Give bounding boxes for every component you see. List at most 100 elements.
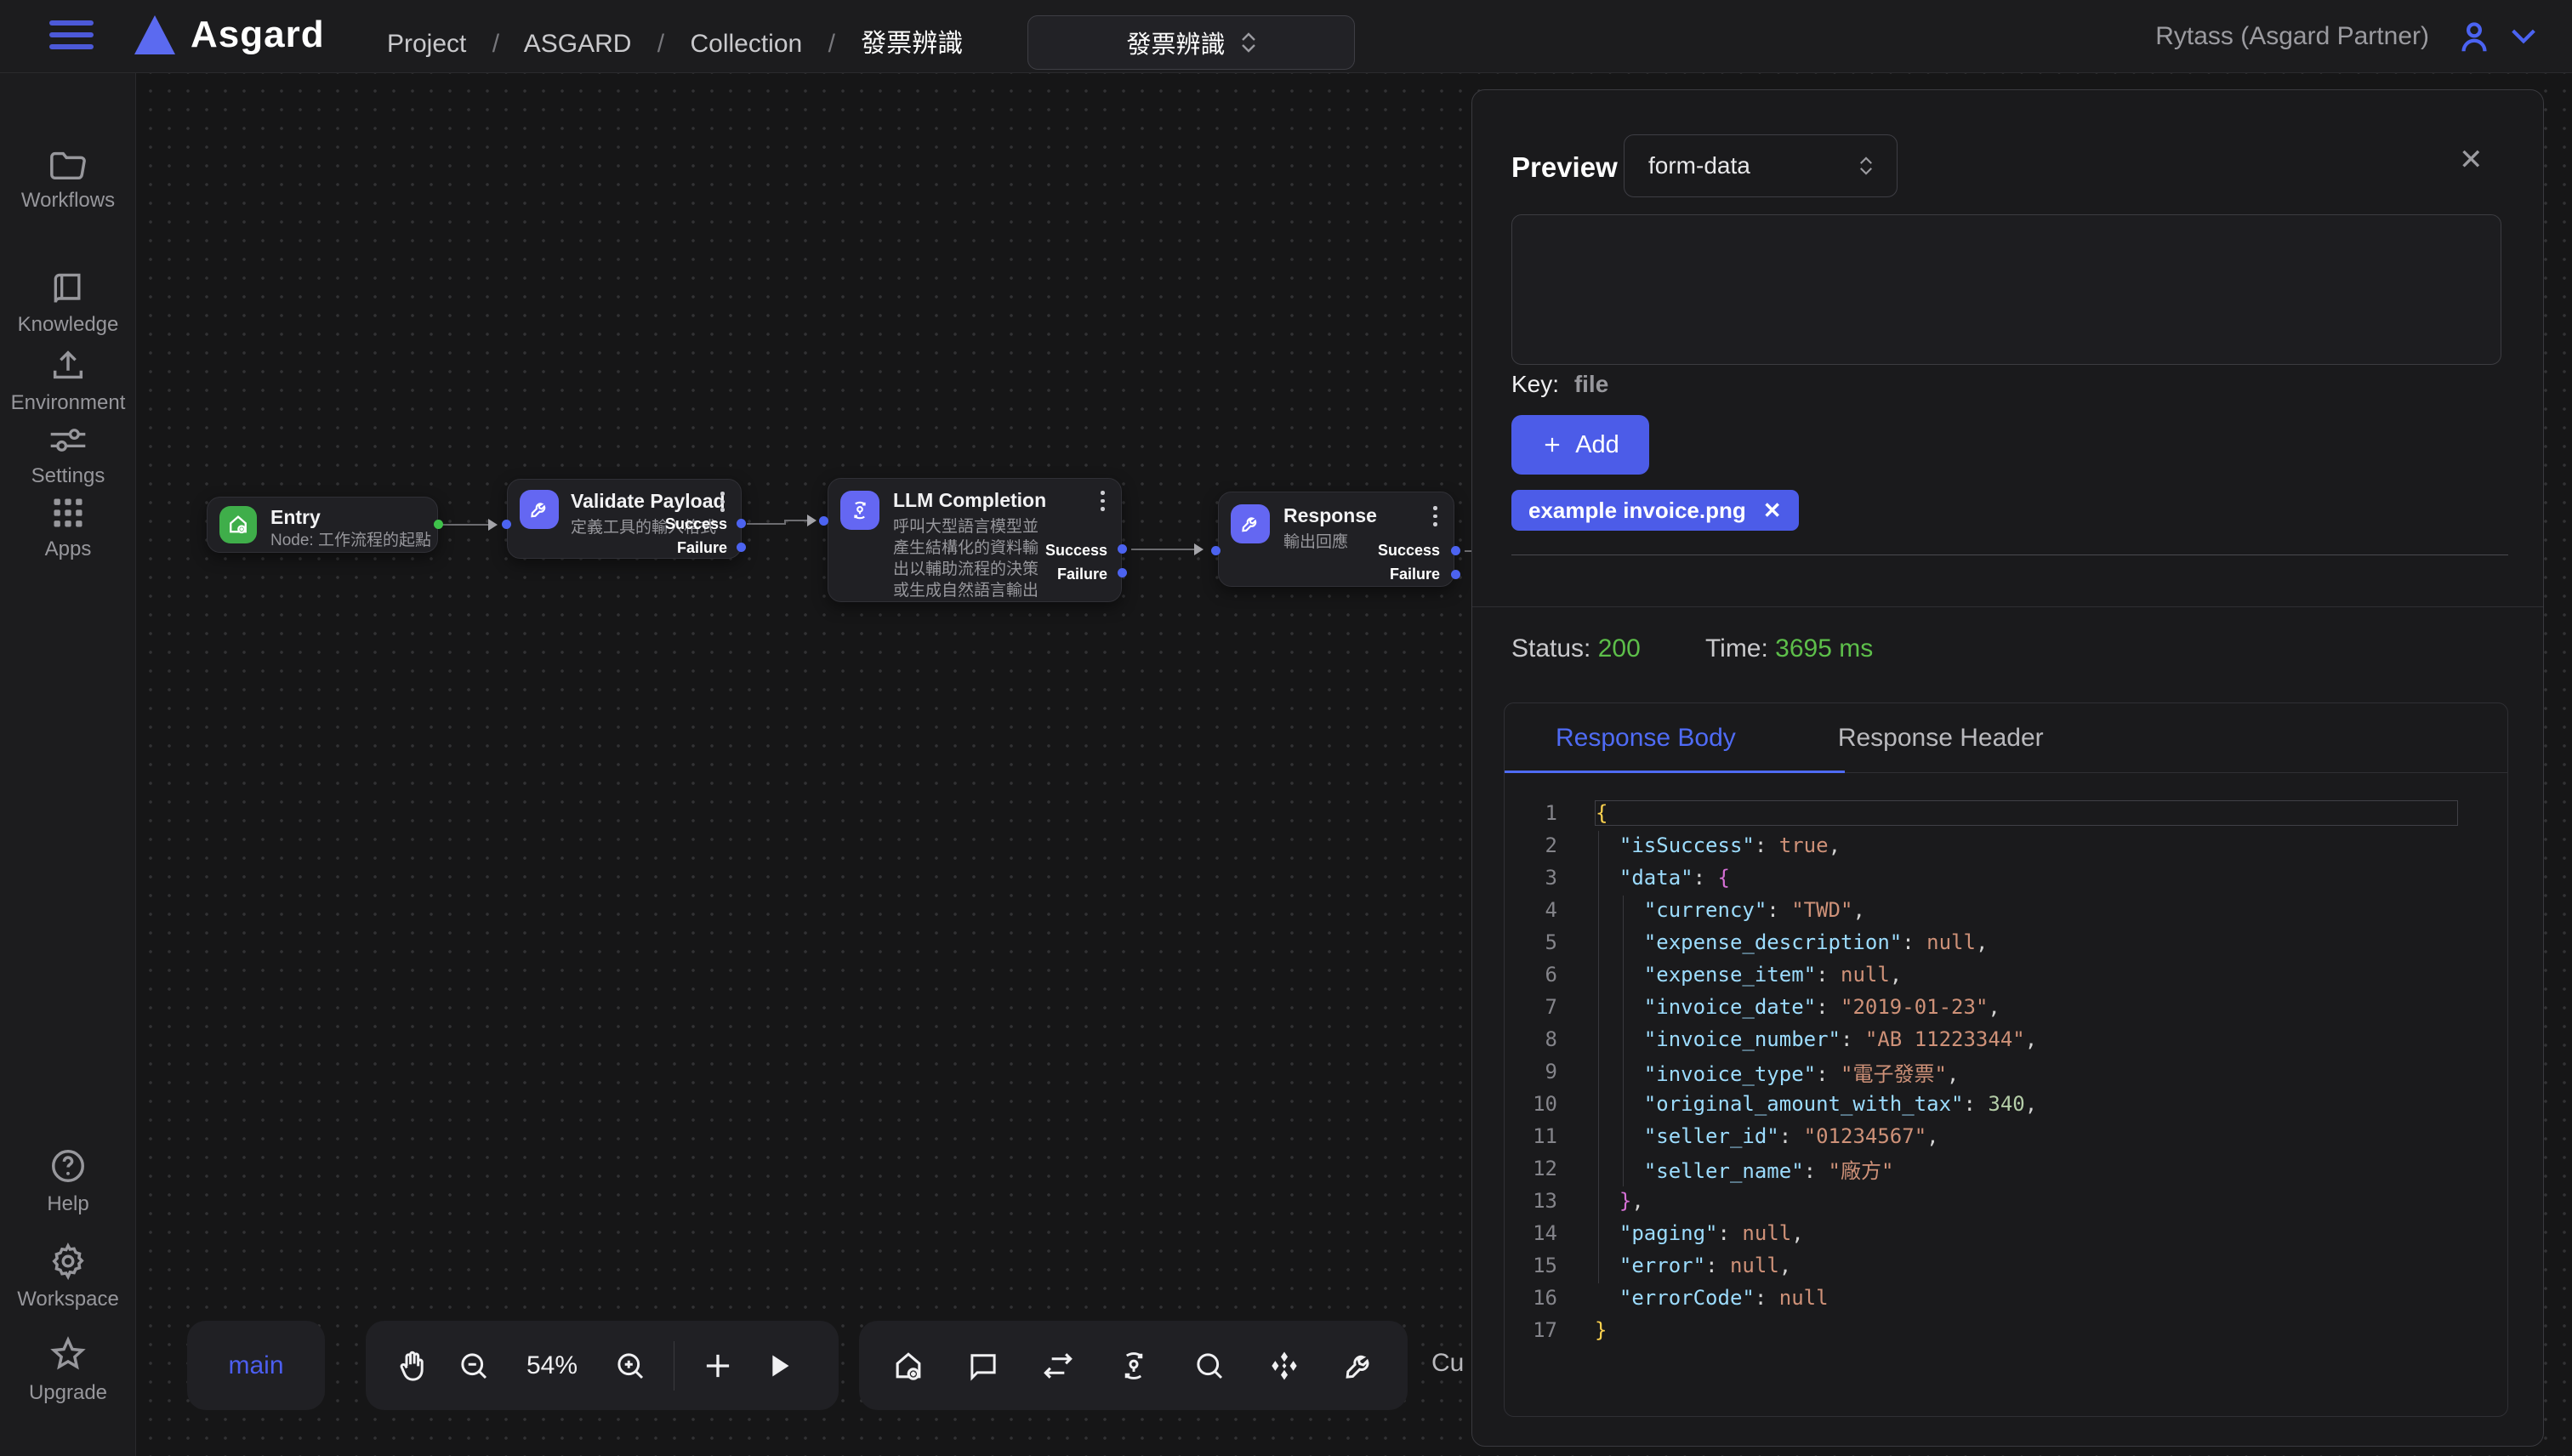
breadcrumb-collection[interactable]: Collection: [690, 30, 802, 58]
breadcrumb-separator: /: [492, 30, 499, 58]
book-icon: [0, 270, 136, 306]
llm-failure-port[interactable]: [1118, 568, 1127, 577]
tab-response-body[interactable]: Response Body: [1505, 724, 1787, 753]
breadcrumb-separator: /: [657, 30, 664, 58]
status-row: Status: 200 Time: 3695 ms: [1511, 634, 1873, 663]
node-llm-completion[interactable]: LLM Completion 呼叫大型語言模型並產生結構化的資料輸出以輔助流程的…: [828, 478, 1122, 602]
search-icon[interactable]: [1192, 1348, 1227, 1384]
code-text: }: [1595, 1318, 2458, 1342]
llm-input-port[interactable]: [819, 516, 828, 526]
code-text: "currency": "TWD",: [1595, 898, 2458, 922]
branch-label: main: [228, 1351, 283, 1380]
comment-icon[interactable]: [965, 1348, 1001, 1384]
breadcrumb-current: 發票辨識: [861, 30, 963, 58]
code-line: 6 "expense_item": null,: [1505, 958, 2507, 991]
response-success-port[interactable]: [1451, 546, 1460, 555]
swap-arrows-icon[interactable]: [1039, 1347, 1077, 1385]
tools-wrench-icon[interactable]: [1341, 1348, 1377, 1384]
sidebar-item-apps[interactable]: Apps: [0, 495, 136, 561]
code-text: "errorCode": null: [1595, 1286, 2458, 1310]
sidebar-item-environment[interactable]: Environment: [0, 347, 136, 415]
response-body-code[interactable]: 1{2 "isSuccess": true,3 "data": {4 "curr…: [1505, 797, 2507, 1346]
branch-button[interactable]: main: [187, 1321, 325, 1410]
workflow-select[interactable]: 發票辨識: [1027, 15, 1355, 70]
llm-success-port[interactable]: [1118, 544, 1127, 554]
node-menu-icon[interactable]: [1433, 506, 1438, 531]
sliders-icon: [0, 422, 136, 458]
active-tab-underline: [1505, 771, 1845, 773]
llm-node-tool-icon[interactable]: [1115, 1347, 1152, 1385]
line-number: 8: [1505, 1027, 1557, 1051]
code-line: 14 "paging": null,: [1505, 1217, 2507, 1249]
entry-output-port[interactable]: [434, 520, 443, 529]
user-menu-chevron-icon[interactable]: [2509, 27, 2538, 46]
edge-arrowhead: [488, 519, 498, 531]
gear-icon: [0, 1242, 136, 1281]
remove-file-icon[interactable]: ✕: [1763, 498, 1782, 524]
validate-failure-port[interactable]: [737, 543, 746, 552]
node-entry[interactable]: Entry Node: 工作流程的起點: [207, 497, 438, 553]
validate-input-port[interactable]: [502, 520, 511, 529]
close-icon[interactable]: ✕: [2459, 143, 2484, 177]
sidebar-item-help[interactable]: Help: [0, 1146, 136, 1216]
plus-icon: [1541, 434, 1563, 456]
folder-icon: [0, 148, 136, 182]
time-label: Time:: [1705, 634, 1768, 663]
port-label-success: Success: [1378, 542, 1440, 560]
file-upload-area[interactable]: [1511, 214, 2501, 365]
line-number: 12: [1505, 1157, 1557, 1180]
node-menu-icon[interactable]: [720, 492, 726, 516]
node-desc: 輸出回應: [1283, 532, 1348, 553]
content-type-value: form-data: [1648, 152, 1750, 179]
sidebar-label: Upgrade: [0, 1381, 136, 1405]
sidebar-item-settings[interactable]: Settings: [0, 422, 136, 488]
auto-layout-icon[interactable]: [1266, 1347, 1303, 1385]
sidebar-item-upgrade[interactable]: Upgrade: [0, 1335, 136, 1405]
sidebar-item-knowledge[interactable]: Knowledge: [0, 270, 136, 337]
run-workflow-icon[interactable]: [761, 1349, 795, 1383]
zoom-in-icon[interactable]: [612, 1348, 648, 1384]
node-response[interactable]: Response 輸出回應 Success Failure: [1218, 492, 1454, 587]
code-text: "seller_id": "01234567",: [1595, 1124, 2458, 1148]
line-number: 4: [1505, 898, 1557, 922]
line-number: 3: [1505, 866, 1557, 890]
code-text: "paging": null,: [1595, 1221, 2458, 1245]
add-file-button[interactable]: Add: [1511, 415, 1649, 475]
validate-success-port[interactable]: [737, 519, 746, 528]
hamburger-menu-icon[interactable]: [49, 20, 94, 53]
code-text: "data": {: [1595, 866, 2458, 890]
occluded-canvas-text: Cu: [1431, 1349, 1464, 1378]
asgard-logo-icon: [134, 15, 175, 54]
zoom-out-icon[interactable]: [456, 1348, 492, 1384]
node-title: Validate Payload: [571, 490, 726, 513]
line-number: 9: [1505, 1060, 1557, 1083]
port-label-failure: Failure: [1390, 566, 1440, 583]
response-failure-port[interactable]: [1451, 570, 1460, 579]
breadcrumb-asgard[interactable]: ASGARD: [524, 30, 632, 58]
content-type-select[interactable]: form-data: [1624, 134, 1898, 197]
user-avatar-icon[interactable]: [2455, 17, 2494, 56]
form-key-row: Key: file: [1511, 371, 1608, 398]
sidebar-item-workspace[interactable]: Workspace: [0, 1242, 136, 1311]
add-node-icon[interactable]: [700, 1348, 736, 1384]
node-desc: 呼叫大型語言模型並產生結構化的資料輸出以輔助流程的決策或生成自然語言輸出: [893, 516, 1046, 601]
breadcrumb-separator: /: [828, 30, 835, 58]
sidebar-label: Workspace: [0, 1288, 136, 1311]
code-text: "original_amount_with_tax": 340,: [1595, 1092, 2458, 1116]
port-label-success: Success: [1045, 542, 1107, 560]
tab-response-header[interactable]: Response Header: [1787, 724, 2095, 753]
status-value: 200: [1598, 634, 1641, 663]
breadcrumb-project[interactable]: Project: [387, 30, 466, 58]
response-input-port[interactable]: [1211, 546, 1221, 555]
code-line: 8 "invoice_number": "AB 11223344",: [1505, 1023, 2507, 1055]
add-entry-node-icon[interactable]: [890, 1347, 927, 1385]
app-root: Asgard Project / ASGARD / Collection / 發…: [0, 0, 2572, 1456]
node-validate-payload[interactable]: Validate Payload 定義工具的輸入格式 Success Failu…: [507, 479, 742, 559]
code-text: "expense_description": null,: [1595, 930, 2458, 954]
sidebar-item-workflows[interactable]: Workflows: [0, 148, 136, 213]
node-menu-icon[interactable]: [1101, 491, 1106, 515]
edge-validate-llm: [747, 523, 786, 525]
response-box: Response Body Response Header 1{2 "isSuc…: [1504, 702, 2508, 1417]
pan-hand-icon[interactable]: [395, 1348, 430, 1384]
code-line: 3 "data": {: [1505, 862, 2507, 894]
